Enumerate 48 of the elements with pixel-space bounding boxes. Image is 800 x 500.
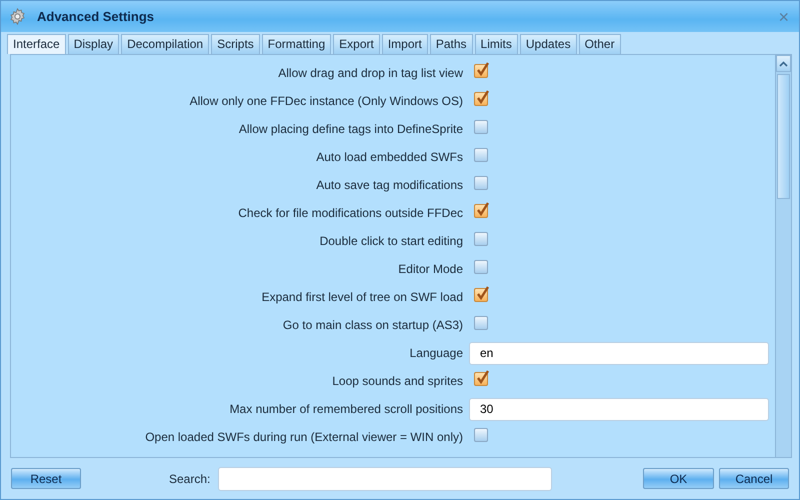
checkbox[interactable] [474, 288, 488, 302]
setting-label: Auto load embedded SWFs [315, 149, 463, 166]
text-field[interactable]: en [469, 342, 769, 364]
tab[interactable]: Scripts [211, 34, 260, 54]
checkbox[interactable] [474, 204, 488, 218]
scroll-thumb[interactable] [777, 74, 790, 199]
tab[interactable]: Decompilation [121, 34, 210, 54]
setting-label: Auto save tag modifications [315, 177, 463, 194]
setting-label: Loop sounds and sprites [331, 373, 463, 390]
setting-label: Check for file modifications outside FFDec [237, 205, 463, 222]
setting-label: Editor Mode [397, 261, 463, 278]
setting-label: Language [408, 345, 463, 362]
checkbox[interactable] [474, 372, 488, 386]
checkbox[interactable] [474, 92, 488, 106]
cancel-button[interactable]: Cancel [719, 468, 789, 489]
tab[interactable]: Other [578, 34, 621, 54]
search-label: Search: [169, 470, 210, 488]
checkbox[interactable] [474, 176, 488, 190]
setting-label: Allow placing define tags into DefineSprite [238, 121, 463, 138]
ok-button[interactable]: OK [643, 468, 714, 489]
setting-label: Expand first level of tree on SWF load [260, 289, 463, 306]
setting-label: Allow drag and drop in tag list view [277, 65, 463, 82]
tab[interactable]: Formatting [262, 34, 332, 54]
reset-button[interactable]: Reset [11, 468, 81, 489]
setting-label: Go to main class on startup (AS3) [282, 317, 463, 334]
tab[interactable]: Import [382, 34, 428, 54]
checkbox[interactable] [474, 428, 488, 442]
setting-label: Double click to start editing [318, 233, 463, 250]
tab[interactable]: Limits [474, 34, 518, 54]
gear-icon [9, 8, 26, 25]
window-title: Advanced Settings [37, 8, 154, 26]
tab[interactable]: Display [68, 34, 120, 54]
setting-label: Allow only one FFDec instance (Only Windows OS) [188, 93, 463, 110]
tab[interactable]: Paths [430, 34, 473, 54]
scroll-up-button[interactable] [776, 55, 791, 72]
tab[interactable]: Export [333, 34, 380, 54]
tab[interactable]: Interface [7, 34, 66, 54]
checkbox[interactable] [474, 260, 488, 274]
checkbox[interactable] [474, 148, 488, 162]
setting-label: Open loaded SWFs during run (External viewer = WIN only) [144, 429, 463, 446]
checkbox[interactable] [474, 316, 488, 330]
setting-label: Max number of remembered scroll positions [228, 401, 463, 418]
checkbox[interactable] [474, 64, 488, 78]
checkbox[interactable] [474, 120, 488, 134]
checkbox[interactable] [474, 232, 488, 246]
search-field[interactable] [218, 466, 552, 490]
text-field[interactable]: 30 [469, 398, 769, 420]
tab[interactable]: Updates [520, 34, 577, 54]
